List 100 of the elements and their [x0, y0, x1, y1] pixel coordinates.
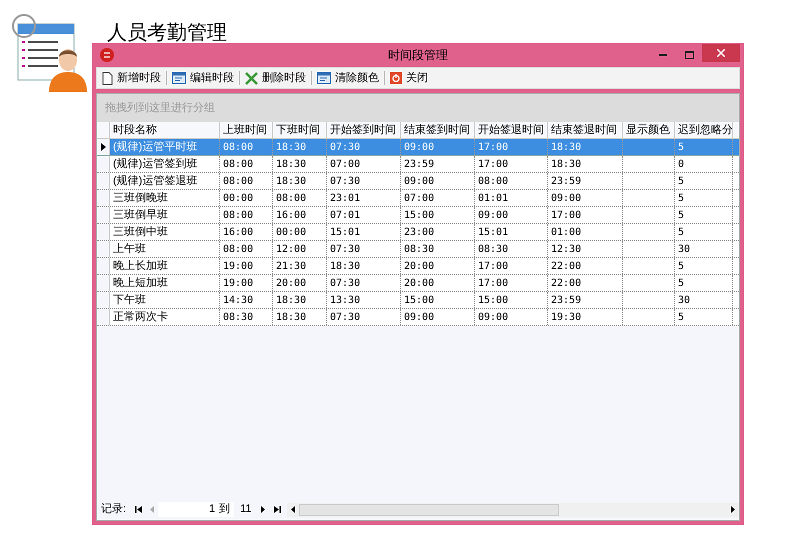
table-row[interactable]: 三班倒早班 08:00 16:00 07:01 15:00 09:00 17:00 5	[97, 207, 739, 224]
column-header[interactable]: 显示颜色	[623, 122, 675, 138]
table-cell: 09:00	[475, 309, 548, 325]
window-title: 时间段管理	[388, 47, 448, 64]
table-cell: 5	[675, 224, 733, 240]
table-cell: 15:01	[475, 224, 548, 240]
table-cell: 三班倒中班	[110, 224, 220, 240]
toolbar-button[interactable]: 编辑时段	[171, 70, 235, 86]
column-header[interactable]: 时段名称	[110, 122, 220, 138]
document-icon	[102, 72, 113, 84]
maximize-icon	[684, 51, 694, 59]
toolbar-button[interactable]: 删除时段	[244, 70, 307, 86]
table-cell: 08:00	[273, 190, 327, 206]
table-cell: 正常两次卡	[110, 309, 220, 325]
table-cell: 09:00	[401, 309, 475, 325]
previous-icon	[150, 506, 154, 513]
close-icon	[717, 49, 725, 57]
table-cell: 5	[675, 139, 733, 155]
table-cell: 00:00	[273, 224, 327, 240]
table-cell: 22:00	[548, 258, 623, 274]
table-cell: 15:01	[327, 224, 401, 240]
table-cell: 20:00	[273, 275, 327, 291]
table-cell: 18:30	[273, 309, 327, 325]
column-header[interactable]: 开始签退时间	[475, 122, 548, 138]
table-cell: 19:00	[220, 258, 273, 274]
table-cell: 08:00	[220, 207, 273, 223]
table-cell: 07:30	[327, 241, 401, 257]
table-cell: 07:30	[327, 275, 401, 291]
scroll-thumb[interactable]	[299, 504, 560, 516]
toolbar-button[interactable]: 清除颜色	[316, 70, 380, 86]
table-row[interactable]: 晚上长加班 19:00 21:30 18:30 20:00 17:00 22:00 5	[97, 258, 739, 275]
column-header[interactable]: 下班时间	[273, 122, 327, 138]
next-icon	[261, 506, 266, 513]
table-row[interactable]: 晚上短加班 19:00 20:00 07:30 20:00 17:00 22:00 5	[97, 275, 739, 292]
table-cell: (规律)运管签到班	[110, 156, 220, 172]
table-cell: 三班倒早班	[110, 207, 220, 223]
window-icon	[172, 72, 186, 84]
table-cell: 07:00	[401, 190, 475, 206]
table-cell: 20:00	[401, 258, 475, 274]
table-cell: 07:30	[327, 173, 401, 189]
table-row[interactable]: 下午班 14:30 18:30 13:30 15:00 15:00 23:59 30	[97, 292, 739, 309]
table-cell: 08:00	[220, 156, 273, 172]
group-panel: 拖拽列到这里进行分组	[97, 94, 739, 122]
column-header[interactable]: 上班时间	[220, 122, 273, 138]
window-icon	[317, 72, 331, 84]
table-cell: 09:00	[401, 173, 475, 189]
page-field[interactable]: 1 到	[158, 502, 234, 517]
power-icon	[390, 72, 402, 84]
app-logo-icon	[100, 48, 114, 62]
table-cell: 20:00	[401, 275, 475, 291]
table-cell: 17:00	[475, 156, 548, 172]
table-row[interactable]: 正常两次卡 08:30 18:30 07:30 09:00 09:00 19:30 5	[97, 309, 739, 326]
toolbar-button[interactable]: 新增时段	[101, 70, 162, 86]
table-cell: (规律)运管平时班	[110, 139, 220, 155]
table-cell: 19:00	[220, 275, 273, 291]
table-cell: 14:30	[220, 292, 273, 308]
user-profile-icon	[10, 12, 90, 92]
table-cell: 12:30	[548, 241, 623, 257]
column-header[interactable]: 结束签退时间	[548, 122, 623, 138]
table-cell: 30	[675, 292, 733, 308]
table-cell: 08:00	[220, 139, 273, 155]
current-page: 1	[208, 502, 216, 518]
table-cell: 18:30	[548, 139, 623, 155]
table-cell: 09:00	[475, 207, 548, 223]
table-cell: 08:00	[475, 173, 548, 189]
table-cell: 22:00	[548, 275, 623, 291]
table-cell: 16:00	[273, 207, 327, 223]
to-label: 到	[219, 502, 230, 518]
table-cell: 16:00	[220, 224, 273, 240]
table-cell: 0	[675, 156, 733, 172]
table-row[interactable]: 三班倒中班 16:00 00:00 15:01 23:00 15:01 01:00 5	[97, 224, 739, 241]
column-header[interactable]: 结束签到时间	[401, 122, 475, 138]
close-button[interactable]	[702, 44, 740, 62]
cross-icon	[245, 72, 258, 84]
page-title: 人员考勤管理	[107, 22, 227, 44]
table-row[interactable]: (规律)运管签退班 08:00 18:30 07:30 09:00 08:00 23:59 5	[97, 173, 739, 190]
table-cell: 00:00	[220, 190, 273, 206]
column-header[interactable]: 开始签到时间	[327, 122, 401, 138]
table-cell: 17:00	[475, 258, 548, 274]
minimize-icon	[659, 54, 667, 56]
table-cell: 17:00	[475, 275, 548, 291]
table-cell: (规律)运管签退班	[110, 173, 220, 189]
table-cell: 18:30	[273, 139, 327, 155]
table-cell: 18:30	[273, 173, 327, 189]
table-cell: 5	[675, 275, 733, 291]
table-cell: 5	[675, 207, 733, 223]
total-count: 11	[240, 502, 252, 518]
record-label: 记录:	[101, 502, 126, 518]
horizontal-scrollbar[interactable]	[287, 502, 739, 516]
table-cell: 13:30	[327, 292, 401, 308]
table-cell: 23:00	[401, 224, 475, 240]
table-row[interactable]: 三班倒晚班 00:00 08:00 23:01 07:00 01:01 09:00 5	[97, 190, 739, 207]
table-row[interactable]: (规律)运管签到班 08:00 18:30 07:00 23:59 17:00 18:30 0	[97, 156, 739, 173]
toolbar-button[interactable]: 关闭	[389, 70, 429, 86]
table-cell: 07:00	[327, 156, 401, 172]
table-cell: 08:00	[220, 241, 273, 257]
table-cell: 12:00	[273, 241, 327, 257]
table-row[interactable]: 上午班 08:00 12:00 07:30 08:30 08:30 12:30 30	[97, 241, 739, 258]
table-cell: 18:30	[327, 258, 401, 274]
table-cell: 17:00	[548, 207, 623, 223]
